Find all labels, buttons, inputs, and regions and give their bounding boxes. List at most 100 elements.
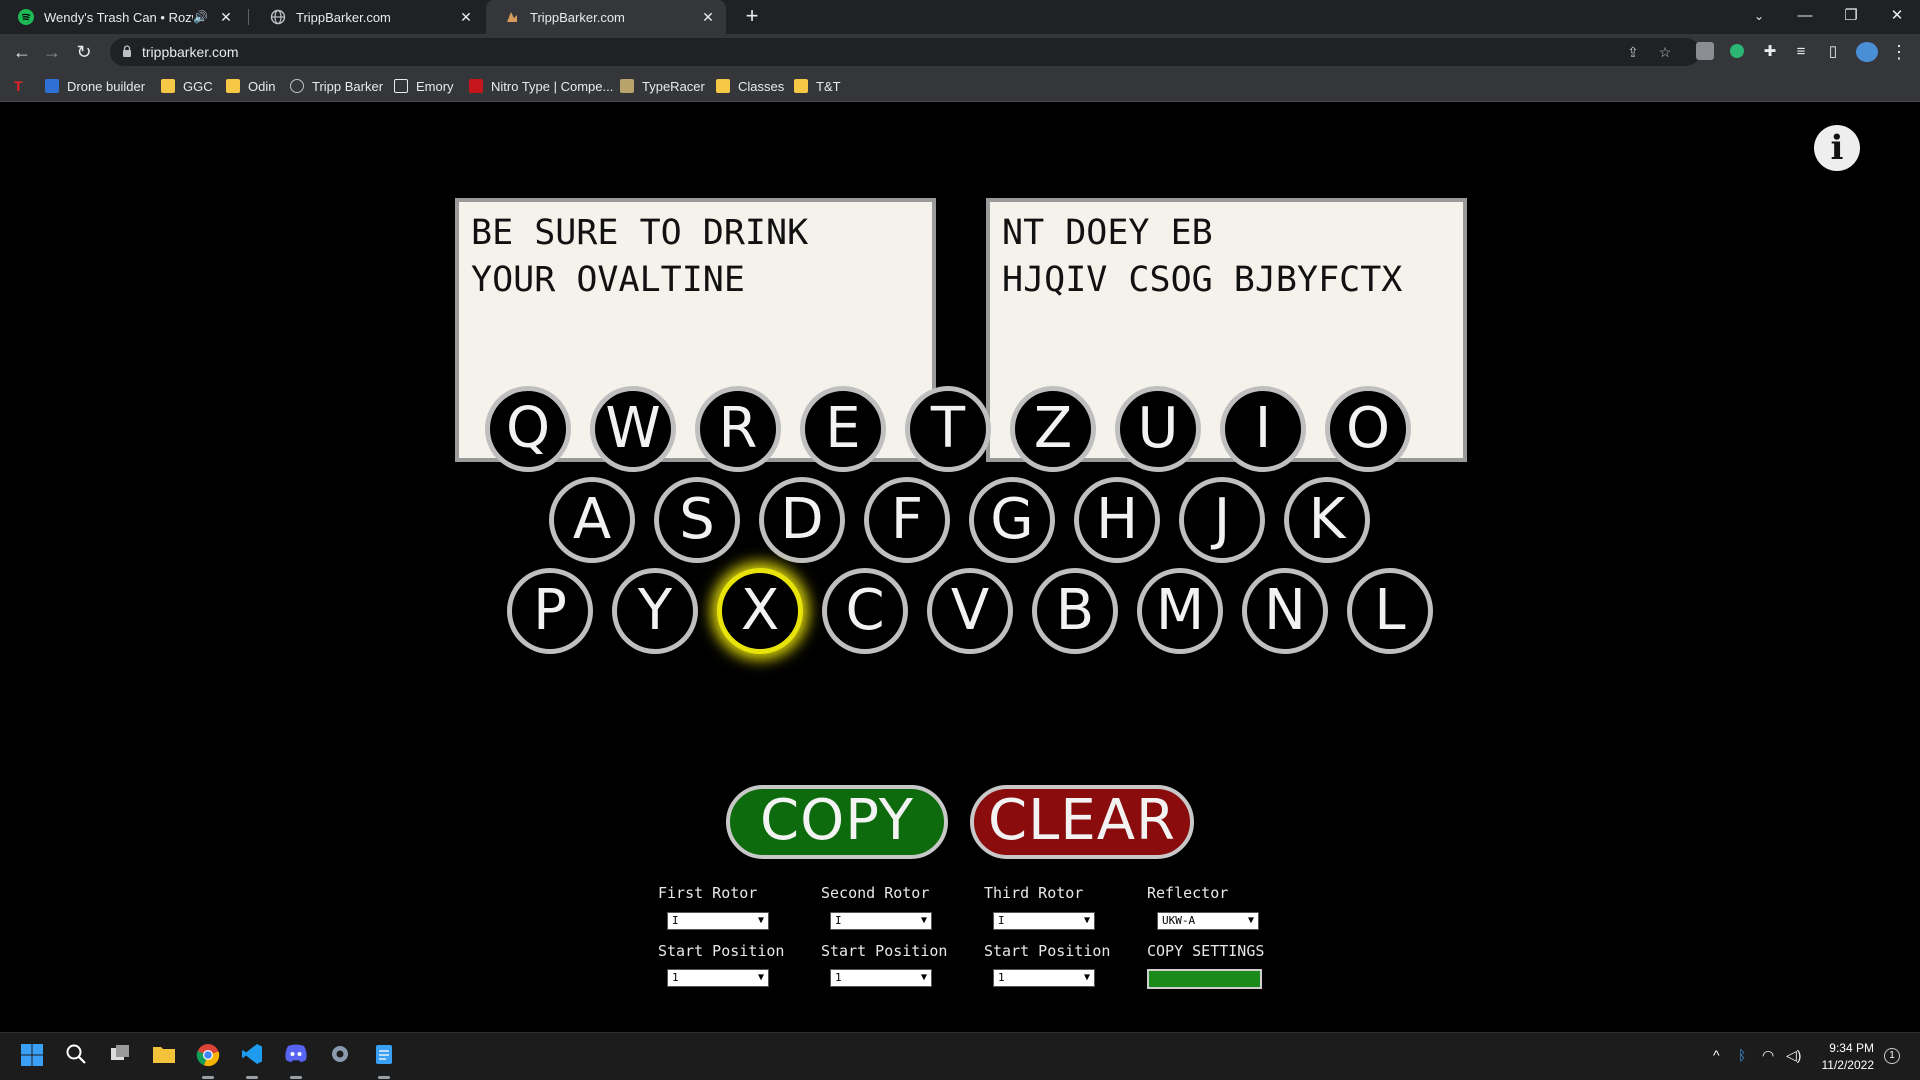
vscode-icon[interactable]	[238, 1043, 266, 1071]
wifi-icon[interactable]: ◠	[1762, 1047, 1774, 1064]
forward-icon[interactable]: →	[38, 38, 66, 66]
lamp-key-p[interactable]: P	[507, 568, 593, 654]
window-close-icon[interactable]: ✕	[1874, 0, 1920, 34]
lamp-key-f[interactable]: F	[864, 477, 950, 563]
lamp-key-g[interactable]: G	[969, 477, 1055, 563]
second-rotor-label: Second Rotor	[821, 884, 930, 902]
restore-icon[interactable]: ❐	[1828, 0, 1874, 34]
clock-time: 9:34 PM	[1829, 1041, 1874, 1055]
close-icon[interactable]: ✕	[218, 9, 234, 26]
third-rotor-select[interactable]: I ▼	[993, 912, 1095, 930]
first-start-label: Start Position	[658, 942, 785, 960]
lamp-key-w[interactable]: W	[590, 386, 676, 472]
bookmark-drone-builder[interactable]: Drone builder	[45, 70, 145, 102]
lamp-key-z[interactable]: Z	[1010, 386, 1096, 472]
bookmark-tripp-barker[interactable]: Tripp Barker	[290, 70, 383, 102]
speaker-icon[interactable]: 🔊	[193, 10, 208, 24]
tesla-icon: T	[14, 78, 23, 94]
grammarly-icon[interactable]	[1730, 44, 1744, 58]
task-view-icon[interactable]	[106, 1043, 134, 1071]
notepad-icon[interactable]	[370, 1043, 398, 1071]
lamp-key-i[interactable]: I	[1220, 386, 1306, 472]
lamp-key-o[interactable]: O	[1325, 386, 1411, 472]
bookmark-star-icon[interactable]: ☆	[1657, 44, 1673, 60]
close-icon[interactable]: ✕	[458, 9, 474, 26]
bookmark-emory[interactable]: Emory	[394, 70, 454, 102]
bookmark-typeracer[interactable]: TypeRacer	[620, 70, 705, 102]
tab-trippbarker-2[interactable]: TrippBarker.com ✕	[486, 0, 726, 34]
clear-button[interactable]: CLEAR	[970, 785, 1194, 859]
lamp-key-u[interactable]: U	[1115, 386, 1201, 472]
lamp-key-d[interactable]: D	[759, 477, 845, 563]
menu-icon[interactable]: ⋮	[1885, 38, 1913, 66]
share-icon[interactable]: ⇪	[1625, 44, 1641, 60]
site-favicon-icon	[504, 9, 520, 25]
bluetooth-icon[interactable]: ᛒ	[1738, 1047, 1746, 1063]
reload-icon[interactable]: ↻	[70, 38, 98, 66]
lamp-key-s[interactable]: S	[654, 477, 740, 563]
copy-settings-button[interactable]	[1147, 969, 1262, 989]
bookmark-classes[interactable]: Classes	[716, 70, 784, 102]
lamp-key-j[interactable]: J	[1179, 477, 1265, 563]
lamp-key-h[interactable]: H	[1074, 477, 1160, 563]
extension-icon[interactable]	[1696, 42, 1714, 60]
lamp-key-l[interactable]: L	[1347, 568, 1433, 654]
select-value: UKW-A	[1162, 914, 1196, 927]
lamp-key-c[interactable]: C	[822, 568, 908, 654]
second-rotor-select[interactable]: I ▼	[830, 912, 932, 930]
address-bar[interactable]: trippbarker.com ⇪ ☆	[110, 38, 1700, 66]
bookmark-nitro-type[interactable]: Nitro Type | Compe...	[469, 70, 613, 102]
second-start-select[interactable]: 1 ▼	[830, 969, 932, 987]
side-panel-icon[interactable]: ▯	[1819, 38, 1847, 66]
info-button[interactable]: i	[1814, 125, 1860, 171]
system-clock[interactable]: 9:34 PM 11/2/2022	[1822, 1040, 1875, 1074]
tab-title: Wendy's Trash Can • Rozwell	[44, 9, 193, 25]
media-control-icon[interactable]: ≡	[1787, 38, 1815, 66]
settings-gear-icon[interactable]	[326, 1043, 354, 1071]
lamp-key-y[interactable]: Y	[612, 568, 698, 654]
first-start-select[interactable]: 1 ▼	[667, 969, 769, 987]
search-icon[interactable]	[62, 1043, 90, 1071]
lamp-key-v[interactable]: V	[927, 568, 1013, 654]
windows-start-icon[interactable]	[18, 1043, 46, 1071]
lamp-key-q[interactable]: Q	[485, 386, 571, 472]
third-start-label: Start Position	[984, 942, 1111, 960]
extensions-puzzle-icon[interactable]: ✚	[1756, 38, 1784, 66]
bookmark-label: T&T	[816, 78, 841, 94]
third-start-select[interactable]: 1 ▼	[993, 969, 1095, 987]
back-icon[interactable]: ←	[8, 38, 36, 66]
lamp-key-a[interactable]: A	[549, 477, 635, 563]
globe-icon	[290, 79, 304, 93]
tab-search-icon[interactable]: ⌄	[1736, 0, 1782, 34]
new-tab-button[interactable]: +	[738, 2, 766, 30]
volume-icon[interactable]: ◁)	[1786, 1047, 1801, 1064]
bookmark-label: TypeRacer	[642, 78, 705, 94]
lamp-key-e[interactable]: E	[800, 386, 886, 472]
bookmark-t-and-t[interactable]: T&T	[794, 70, 841, 102]
lamp-key-r[interactable]: R	[695, 386, 781, 472]
profile-avatar[interactable]	[1856, 42, 1878, 62]
tray-overflow-icon[interactable]: ^	[1713, 1047, 1720, 1063]
lamp-key-t[interactable]: T	[905, 386, 991, 472]
select-value: I	[835, 914, 842, 927]
discord-icon[interactable]	[282, 1043, 310, 1071]
bookmark-ggc[interactable]: GGC	[161, 70, 213, 102]
lamp-key-b[interactable]: B	[1032, 568, 1118, 654]
bookmark-label: Drone builder	[67, 78, 146, 94]
notification-badge[interactable]: 1	[1884, 1048, 1900, 1064]
chrome-icon[interactable]	[194, 1043, 222, 1071]
lamp-key-x[interactable]: X	[717, 568, 803, 654]
lamp-key-n[interactable]: N	[1242, 568, 1328, 654]
close-icon[interactable]: ✕	[700, 9, 716, 26]
copy-button[interactable]: COPY	[726, 785, 948, 859]
minimize-icon[interactable]: —	[1782, 0, 1828, 34]
lamp-key-m[interactable]: M	[1137, 568, 1223, 654]
bookmark-tesla[interactable]: T	[14, 70, 23, 102]
tab-trippbarker-1[interactable]: TrippBarker.com ✕	[252, 0, 484, 34]
first-rotor-select[interactable]: I ▼	[667, 912, 769, 930]
reflector-select[interactable]: UKW-A ▼	[1157, 912, 1259, 930]
lamp-key-k[interactable]: K	[1284, 477, 1370, 563]
tab-spotify[interactable]: Wendy's Trash Can • Rozwell 🔊 ✕	[0, 0, 244, 34]
file-explorer-icon[interactable]	[150, 1043, 178, 1071]
bookmark-odin[interactable]: Odin	[226, 70, 275, 102]
